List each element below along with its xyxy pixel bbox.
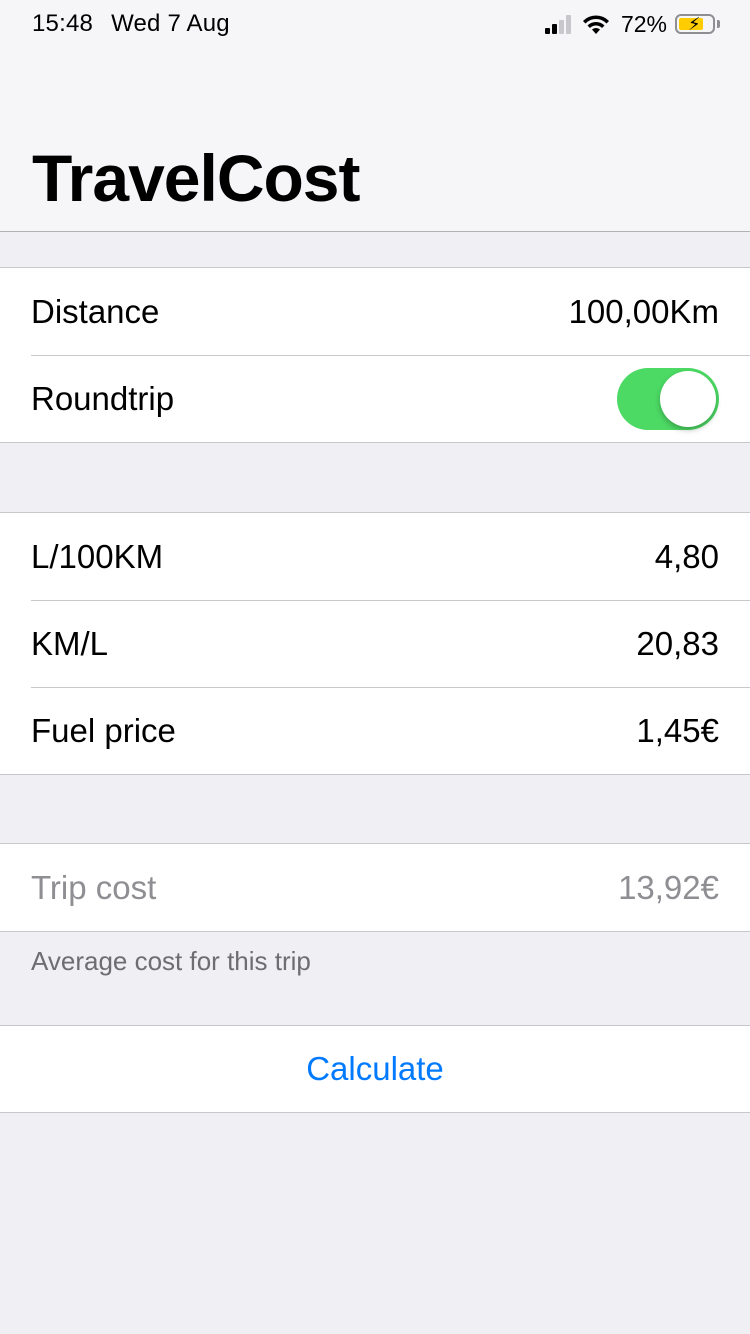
result-section: Trip cost 13,92€ [0,843,750,932]
roundtrip-label: Roundtrip [31,379,175,417]
fuel-price-value[interactable]: 1,45€ [636,712,719,750]
distance-label: Distance [31,292,160,330]
toggle-knob [660,370,716,427]
fuel-section: L/100KM 4,80 KM/L 20,83 Fuel price 1,45€ [0,512,750,775]
trip-cost-footer: Average cost for this trip [31,946,311,976]
battery-cap [717,20,720,28]
charging-bolt-icon: ⚡ [688,14,701,34]
action-section: Calculate [0,1025,750,1113]
battery-icon: ⚡ [675,14,715,34]
trip-cost-row: Trip cost 13,92€ [0,844,750,931]
efficiency-value[interactable]: 20,83 [636,625,719,663]
fuel-price-row[interactable]: Fuel price 1,45€ [0,687,750,774]
efficiency-row[interactable]: KM/L 20,83 [0,600,750,687]
page-title: TravelCost [32,141,360,215]
cellular-signal-icon [543,14,571,34]
fuel-price-label: Fuel price [31,711,176,749]
status-date: Wed 7 Aug [111,10,230,37]
trip-cost-label: Trip cost [31,868,157,906]
status-time-date: 15:48 Wed 7 Aug [32,10,230,38]
trip-section: Distance 100,00Km Roundtrip [0,267,750,443]
distance-row[interactable]: Distance 100,00Km [0,268,750,355]
calculate-button[interactable]: Calculate [0,1026,750,1112]
consumption-row[interactable]: L/100KM 4,80 [0,513,750,600]
wifi-icon [582,15,609,34]
status-bar: 15:48 Wed 7 Aug 72% ⚡ [0,0,750,48]
roundtrip-toggle[interactable] [617,367,719,430]
status-time: 15:48 [32,10,94,37]
navigation-bar: TravelCost [0,48,750,232]
battery-percent: 72% [620,10,667,37]
efficiency-label: KM/L [31,624,109,662]
consumption-label: L/100KM [31,537,164,575]
status-indicators: 72% ⚡ [543,10,720,38]
roundtrip-row: Roundtrip [0,355,750,442]
trip-cost-value: 13,92€ [618,868,719,906]
consumption-value[interactable]: 4,80 [655,538,719,576]
distance-value[interactable]: 100,00Km [569,293,719,331]
